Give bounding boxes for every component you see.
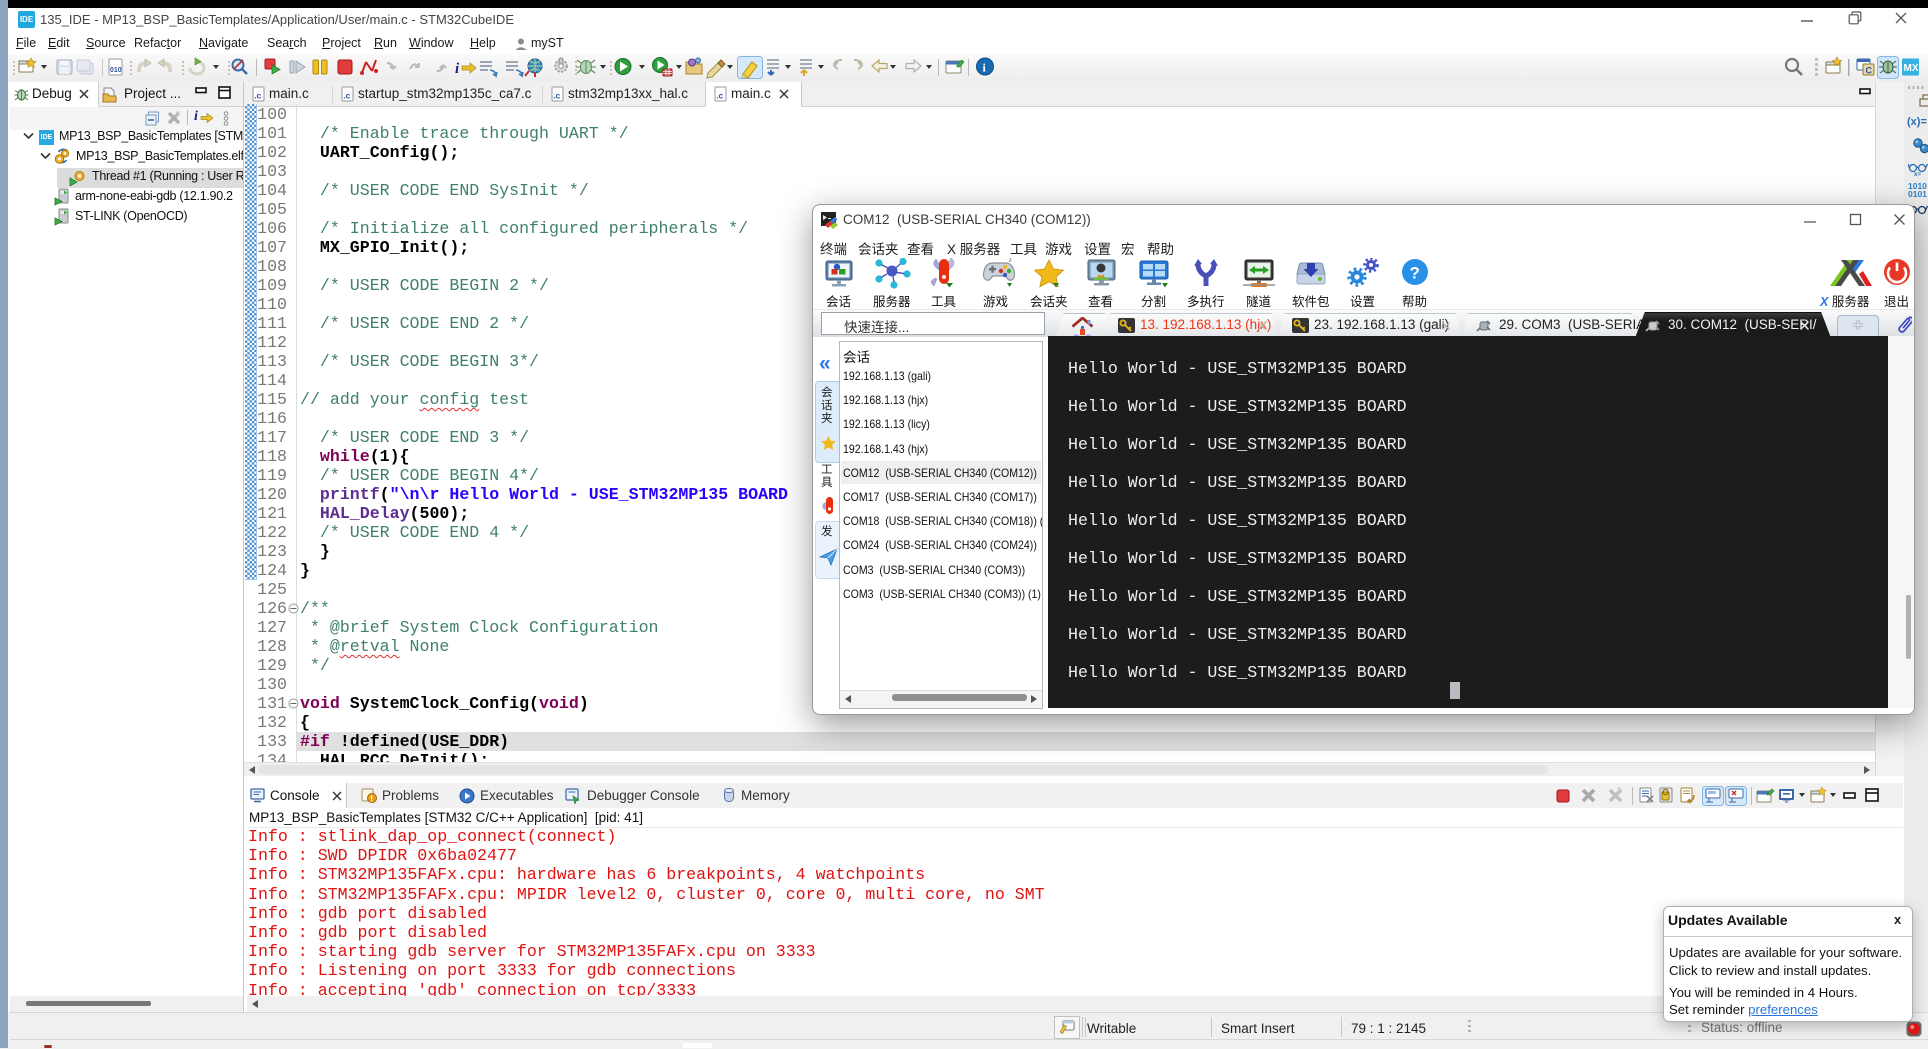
svg-text:MX: MX [1904,63,1919,74]
svg-text:i: i [455,61,460,77]
svg-text:C: C [1866,66,1873,76]
svg-text:.c: .c [553,91,560,101]
svg-text:010: 010 [110,67,122,74]
svg-text:.c: .c [254,91,261,101]
svg-text:x=: x= [1914,172,1921,176]
svg-text:!: ! [370,794,373,803]
svg-text:.c: .c [716,91,723,101]
svg-text:?: ? [1410,264,1420,283]
svg-text:.c: .c [343,91,350,101]
